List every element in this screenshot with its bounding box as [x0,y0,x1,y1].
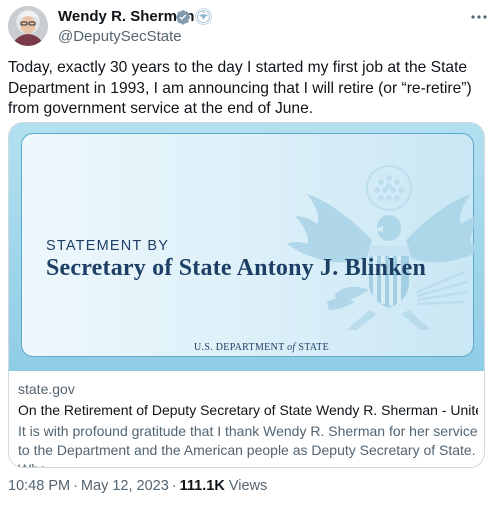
tweet-date[interactable]: May 12, 2023 [81,478,169,494]
dept-prefix: U.S. DEPARTMENT [194,342,285,353]
great-seal-icon [287,165,477,330]
more-options-icon[interactable] [468,6,490,28]
dept-of: of [287,342,296,353]
avatar[interactable] [8,6,48,46]
state-department-seal-icon[interactable] [195,8,212,25]
card-domain[interactable]: state.gov [18,381,75,397]
author-name[interactable]: Wendy R. Sherman [58,8,194,25]
tweet: Wendy R. Sherman @DeputySecState Today, … [0,0,500,508]
statement-headline: Secretary of State Antony J. Blinken [46,255,427,281]
views-count[interactable]: 111.1K [180,478,225,494]
card-image-panel: STATEMENT BY Secretary of State Antony J… [21,133,477,357]
card-image[interactable]: STATEMENT BY Secretary of State Antony J… [9,123,484,371]
views-label: Views [228,478,268,494]
author-handle[interactable]: @DeputySecState [58,28,182,45]
link-card[interactable]: STATEMENT BY Secretary of State Antony J… [8,122,485,468]
card-description[interactable]: It is with profound gratitude that I tha… [18,422,480,467]
tweet-meta: 10:48 PM · May 12, 2023 · 111.1K Views [8,478,267,494]
verified-badge-icon[interactable] [175,9,191,25]
separator: · [171,478,177,494]
tweet-text: Today, exactly 30 years to the day I sta… [8,59,472,117]
statement-by-label: STATEMENT BY [46,238,170,254]
separator: · [73,478,78,494]
department-wordmark: U.S. DEPARTMENT of STATE [194,342,329,353]
tweet-time[interactable]: 10:48 PM [8,478,70,494]
card-title[interactable]: On the Retirement of Deputy Secretary of… [18,402,478,418]
dept-suffix: STATE [298,342,330,353]
